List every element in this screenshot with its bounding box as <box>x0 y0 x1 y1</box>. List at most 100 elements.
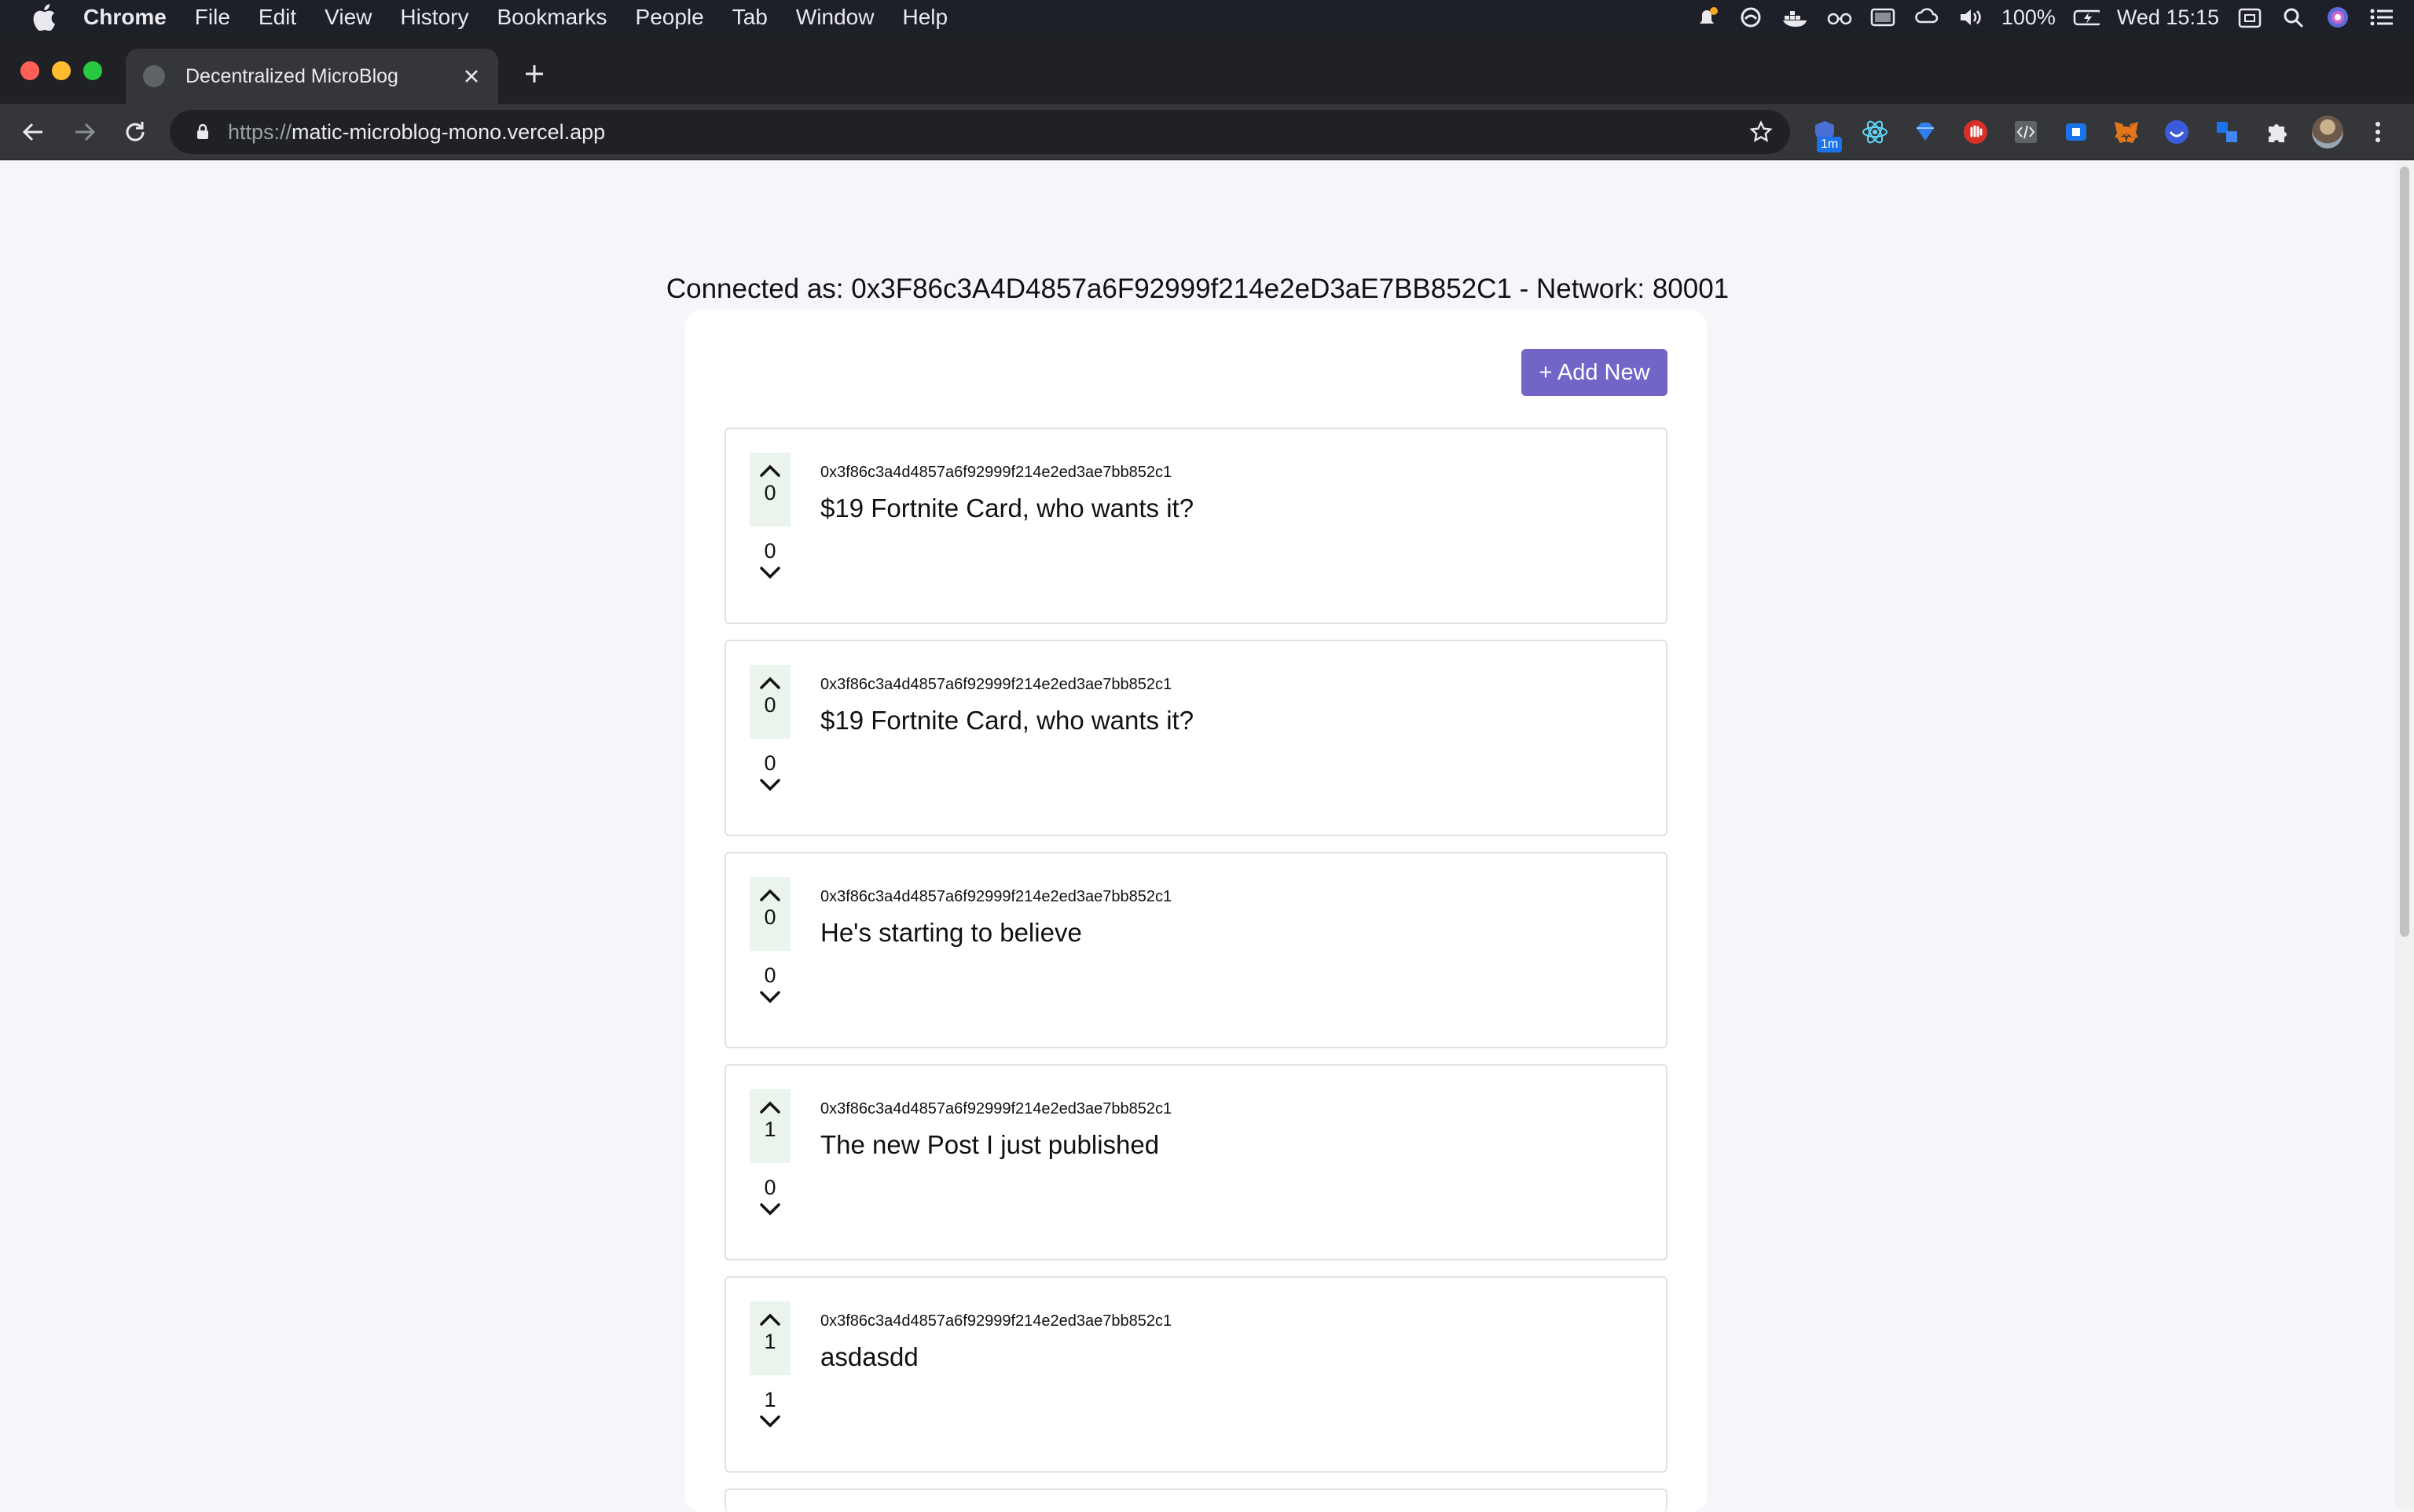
blocks-extension-icon[interactable] <box>2211 116 2243 148</box>
close-window-button[interactable] <box>20 61 39 80</box>
downvote-count: 0 <box>764 1176 776 1199</box>
menu-history[interactable]: History <box>386 0 482 35</box>
menu-bookmarks[interactable]: Bookmarks <box>482 0 621 35</box>
back-button[interactable] <box>19 118 47 146</box>
post-author: 0x3f86c3a4d4857a6f92999f214e2ed3ae7bb852… <box>820 888 1172 905</box>
notification-icon[interactable] <box>1693 6 1720 28</box>
profile-avatar[interactable] <box>2312 116 2343 149</box>
zoom-window-button[interactable] <box>83 61 102 80</box>
menu-view[interactable]: View <box>310 0 386 35</box>
menu-file[interactable]: File <box>181 0 244 35</box>
battery-icon[interactable] <box>2073 6 2100 28</box>
post-card: 0 0 0x3f86c3a4d4857a6f92999f214e2ed3ae7b… <box>725 852 1667 1048</box>
control-center-icon[interactable] <box>2368 6 2395 28</box>
chevron-down-icon <box>760 779 780 791</box>
upvote-button[interactable]: 1 <box>750 1301 791 1375</box>
chevron-up-icon <box>760 1313 780 1326</box>
code-extension-icon[interactable] <box>2010 116 2042 148</box>
upvote-button[interactable]: 0 <box>750 665 791 739</box>
url-host: matic-microblog-mono.vercel.app <box>292 119 606 144</box>
keyboard-icon[interactable] <box>2236 6 2263 28</box>
bookmark-star-icon[interactable] <box>1748 119 1774 145</box>
chevron-down-icon <box>760 1415 780 1428</box>
post-author: 0x3f86c3a4d4857a6f92999f214e2ed3ae7bb852… <box>820 676 1172 693</box>
upvote-count: 0 <box>764 905 776 929</box>
vote-controls: 1 1 <box>750 1301 791 1430</box>
minimize-window-button[interactable] <box>52 61 71 80</box>
post-text: The new Post I just published <box>820 1130 1160 1159</box>
chevron-up-icon <box>760 464 780 477</box>
hand-extension-icon[interactable] <box>1960 116 1991 148</box>
upvote-button[interactable]: 0 <box>750 453 791 527</box>
battery-percent: 100% <box>2001 5 2056 29</box>
diamond-extension-icon[interactable] <box>1910 116 1941 148</box>
upvote-count: 0 <box>764 693 776 717</box>
address-bar[interactable]: https://matic-microblog-mono.vercel.app <box>170 110 1790 154</box>
extensions-bar: 1m <box>1809 113 2394 152</box>
add-new-post-button[interactable]: + Add New <box>1521 349 1667 396</box>
post-card: 0 0 0x3f86c3a4d4857a6f92999f214e2ed3ae7b… <box>725 640 1667 836</box>
post-author: 0x3f86c3a4d4857a6f92999f214e2ed3ae7bb852… <box>820 1100 1172 1117</box>
connection-status: Connected as: 0x3F86c3A4D4857a6F92999f21… <box>666 273 1730 304</box>
downvote-button[interactable]: 1 <box>750 1386 791 1430</box>
apple-icon[interactable] <box>28 0 60 35</box>
chevron-down-icon <box>760 991 780 1004</box>
react-devtools-icon[interactable] <box>1859 116 1891 148</box>
tab-title: Decentralized MicroBlog <box>185 64 398 87</box>
menu-help[interactable]: Help <box>888 0 962 35</box>
menu-tab[interactable]: Tab <box>718 0 782 35</box>
puzzle-extensions-icon[interactable] <box>2262 116 2293 148</box>
macos-menu-bar: Chrome File Edit View History Bookmarks … <box>0 0 2414 35</box>
vote-controls: 1 0 <box>750 1089 791 1218</box>
new-tab-button[interactable] <box>520 60 548 88</box>
menu-window[interactable]: Window <box>782 0 889 35</box>
reload-button[interactable] <box>121 118 149 146</box>
upvote-button[interactable]: 1 <box>750 1089 791 1163</box>
tab-decentralized-microblog[interactable]: Decentralized MicroBlog <box>126 49 498 104</box>
metamask-fox-icon[interactable] <box>2111 116 2142 148</box>
post-author: 0x3f86c3a4d4857a6f92999f214e2ed3ae7bb852… <box>820 1312 1172 1330</box>
posts-panel: + Add New 0 0 0x3f86c3a4d4857a6f92999f21… <box>685 310 1707 1512</box>
url-text[interactable]: https://matic-microblog-mono.vercel.app <box>228 120 1748 145</box>
spotlight-search-icon[interactable] <box>2280 6 2307 28</box>
volume-icon[interactable] <box>1957 6 1984 28</box>
upvote-count: 1 <box>764 1330 776 1353</box>
close-tab-icon[interactable] <box>459 64 484 89</box>
url-scheme: https:// <box>228 119 292 144</box>
upvote-button[interactable]: 0 <box>750 877 791 951</box>
globe-icon <box>143 65 165 87</box>
post-text: He's starting to believe <box>820 918 1082 947</box>
lock-icon[interactable] <box>193 123 212 141</box>
cloud-icon[interactable] <box>1737 6 1764 28</box>
chevron-up-icon <box>760 889 780 901</box>
glasses-icon[interactable] <box>1825 6 1852 28</box>
upvote-count: 0 <box>764 481 776 505</box>
menu-edit[interactable]: Edit <box>244 0 310 35</box>
downvote-button[interactable]: 0 <box>750 750 791 794</box>
downvote-button[interactable]: 0 <box>750 1174 791 1218</box>
downvote-button[interactable]: 0 <box>750 962 791 1006</box>
siri-icon[interactable] <box>2324 6 2351 28</box>
creative-cloud-icon[interactable] <box>1913 6 1940 28</box>
post-card: 1 0 0x3f86c3a4d4857a6f92999f214e2ed3ae7b… <box>725 1064 1667 1261</box>
display-icon[interactable] <box>1869 6 1896 28</box>
chevron-up-icon <box>760 1101 780 1114</box>
downvote-button[interactable]: 0 <box>750 538 791 582</box>
page-scrollbar[interactable] <box>2395 162 2414 1509</box>
menu-people[interactable]: People <box>622 0 718 35</box>
avatar <box>2312 116 2343 149</box>
extension-badge: 1m <box>1817 137 1843 152</box>
menu-app-chrome[interactable]: Chrome <box>60 0 181 35</box>
post-text: asdasdd <box>820 1342 919 1371</box>
docker-icon[interactable] <box>1781 6 1808 28</box>
scrollbar-thumb[interactable] <box>2400 167 2409 937</box>
forward-button[interactable] <box>71 118 99 146</box>
vote-controls: 0 0 <box>750 877 791 1006</box>
clock[interactable]: Wed 15:15 <box>2117 6 2219 30</box>
kebab-menu-icon[interactable] <box>2362 116 2394 148</box>
shield-extension-icon[interactable]: 1m <box>1809 116 1843 152</box>
box-extension-icon[interactable] <box>2060 116 2092 148</box>
upvote-count: 1 <box>764 1117 776 1141</box>
smile-extension-icon[interactable] <box>2161 116 2192 148</box>
downvote-count: 0 <box>764 751 776 775</box>
